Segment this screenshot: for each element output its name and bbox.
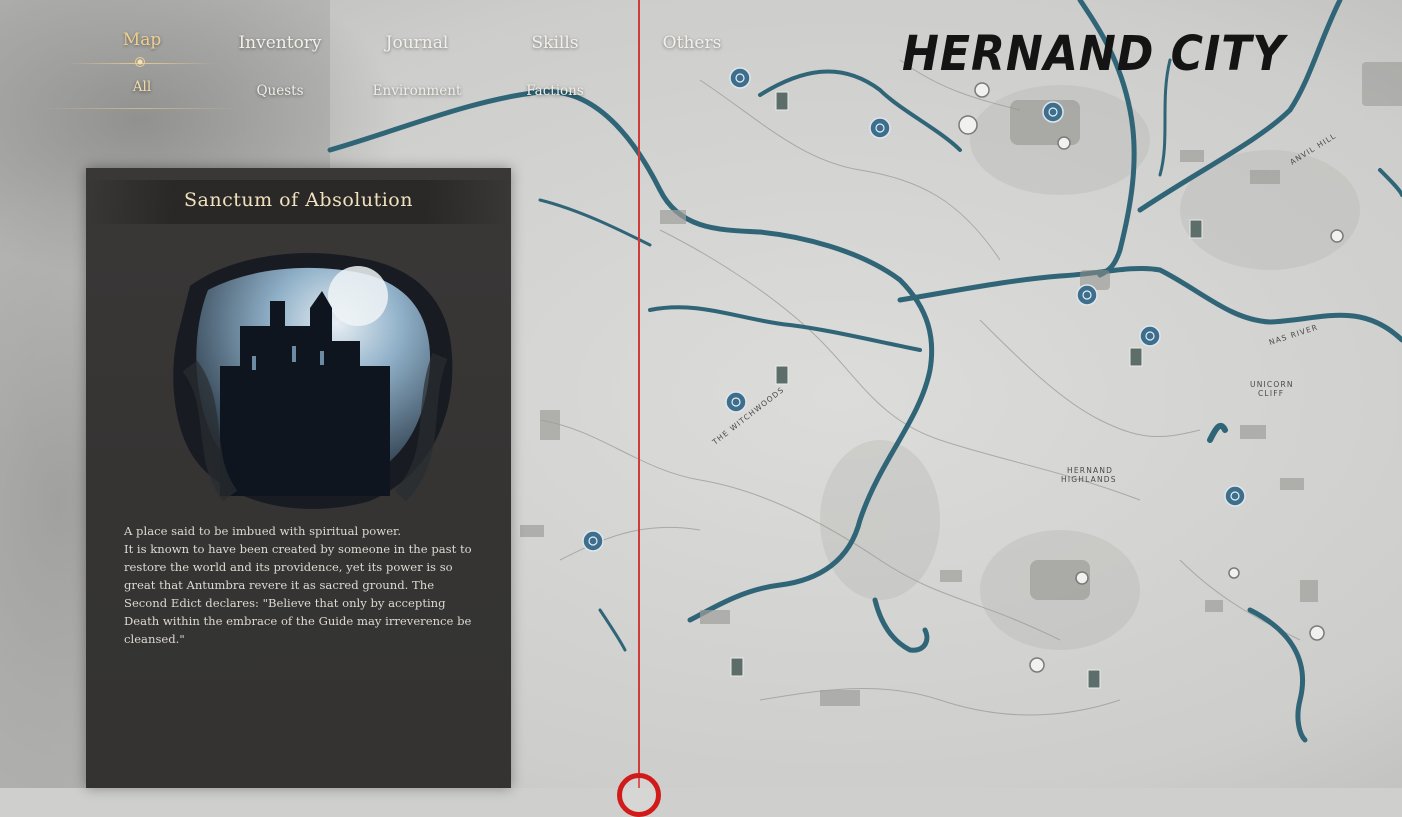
filter-factions[interactable]: Factions: [526, 83, 584, 99]
circle-poi-icon[interactable]: [1075, 571, 1089, 585]
location-description: A place said to be imbued with spiritual…: [124, 524, 472, 646]
circle-poi-icon[interactable]: [974, 82, 990, 98]
waypoint-icon[interactable]: [1139, 325, 1161, 347]
player-marker-icon[interactable]: [617, 773, 661, 817]
location-info-panel: Sanctum of Absolution A place said to be…: [86, 168, 511, 788]
waypoint-icon[interactable]: [1076, 284, 1098, 306]
label-unicorn: UNICORN: [1250, 380, 1294, 389]
waypoint-icon[interactable]: [725, 391, 747, 413]
filter-quests[interactable]: Quests: [256, 83, 303, 99]
active-tab-indicator-dot: [135, 57, 145, 67]
tab-inventory[interactable]: Inventory: [238, 33, 321, 53]
map-side-toggle-button[interactable]: [1362, 62, 1402, 106]
label-hernand: HERNAND: [1067, 466, 1113, 475]
circle-poi-icon[interactable]: [958, 115, 978, 135]
tab-others[interactable]: Others: [663, 33, 722, 53]
top-navigation: Map Inventory Journal Skills Others All …: [0, 0, 780, 115]
region-title: HERNAND CITY: [902, 26, 1286, 82]
banner-shrine-icon[interactable]: [1189, 219, 1203, 239]
waypoint-icon[interactable]: [582, 530, 604, 552]
filter-all[interactable]: All: [133, 79, 151, 95]
map-cursor-line: [638, 0, 640, 788]
banner-shrine-icon[interactable]: [730, 657, 744, 677]
banner-shrine-icon[interactable]: [1087, 669, 1101, 689]
filter-environment[interactable]: Environment: [373, 83, 462, 99]
location-illustration: [173, 253, 453, 509]
tab-skills[interactable]: Skills: [532, 33, 579, 53]
location-title: Sanctum of Absolution: [184, 189, 413, 211]
circle-poi-icon[interactable]: [1309, 625, 1325, 641]
circle-poi-icon[interactable]: [1228, 567, 1240, 579]
waypoint-icon[interactable]: [1042, 101, 1064, 123]
tab-map[interactable]: Map: [123, 30, 161, 50]
waypoint-icon[interactable]: [1224, 485, 1246, 507]
active-filter-indicator-line: [40, 108, 240, 109]
banner-shrine-icon[interactable]: [775, 365, 789, 385]
banner-shrine-icon[interactable]: [1129, 347, 1143, 367]
tab-journal[interactable]: Journal: [386, 33, 449, 53]
label-highlands: HIGHLANDS: [1061, 475, 1117, 484]
circle-poi-icon[interactable]: [1029, 657, 1045, 673]
circle-poi-icon[interactable]: [1057, 136, 1071, 150]
circle-poi-icon[interactable]: [1330, 229, 1344, 243]
waypoint-icon[interactable]: [869, 117, 891, 139]
label-cliff: CLIFF: [1258, 389, 1284, 398]
